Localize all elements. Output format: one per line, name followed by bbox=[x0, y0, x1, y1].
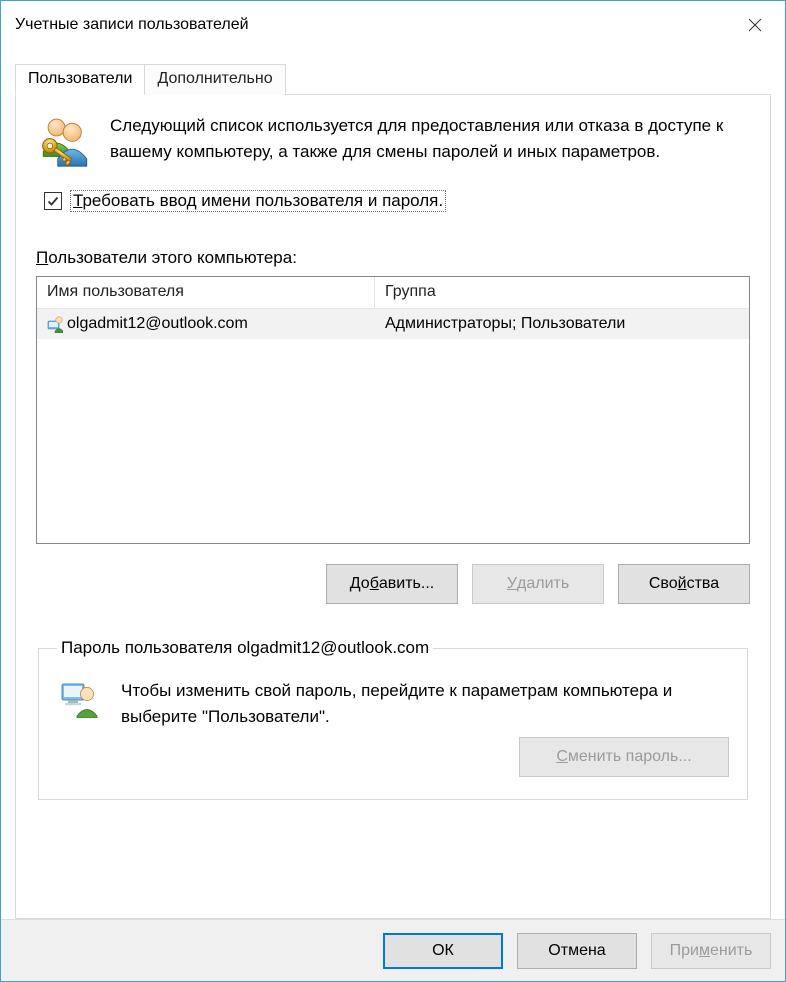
user-list-label: Пользователи этого компьютера: bbox=[36, 248, 750, 268]
cancel-button[interactable]: Отмена bbox=[517, 933, 637, 969]
tab-advanced[interactable]: Дополнительно bbox=[144, 64, 285, 95]
tab-panel-users: Следующий список используется для предос… bbox=[15, 94, 771, 919]
close-icon bbox=[748, 18, 762, 32]
column-header-username[interactable]: Имя пользователя bbox=[37, 277, 375, 309]
require-credentials-checkbox[interactable] bbox=[44, 192, 62, 210]
require-credentials-label: Требовать ввод имени пользователя и паро… bbox=[70, 190, 446, 212]
dialog-footer: ОК Отмена Применить bbox=[1, 919, 785, 981]
client-area: Пользователи Дополнительно bbox=[1, 49, 785, 919]
properties-button[interactable]: Свойства bbox=[618, 564, 750, 604]
change-password-button: Сменить пароль... bbox=[519, 737, 729, 777]
tab-users[interactable]: Пользователи bbox=[15, 64, 145, 95]
user-list-grid[interactable]: Имя пользователя Группа olgadmit12@outlo… bbox=[36, 276, 750, 544]
user-computer-icon bbox=[57, 678, 97, 723]
ok-button[interactable]: ОК bbox=[383, 933, 503, 969]
remove-button: Удалить bbox=[472, 564, 604, 604]
grid-header: Имя пользователя Группа bbox=[37, 277, 749, 309]
password-group-legend: Пароль пользователя olgadmit12@outlook.c… bbox=[57, 638, 433, 658]
user-icon bbox=[47, 315, 63, 333]
users-key-icon bbox=[36, 113, 96, 176]
window-title: Учетные записи пользователей bbox=[15, 16, 249, 34]
apply-button: Применить bbox=[651, 933, 771, 969]
table-row[interactable]: olgadmit12@outlook.com Администраторы; П… bbox=[37, 309, 749, 339]
require-credentials-row[interactable]: Требовать ввод имени пользователя и паро… bbox=[36, 190, 750, 212]
titlebar: Учетные записи пользователей bbox=[1, 1, 785, 49]
password-group: Пароль пользователя olgadmit12@outlook.c… bbox=[38, 638, 748, 800]
checkmark-icon bbox=[46, 194, 60, 208]
tabstrip: Пользователи Дополнительно bbox=[15, 63, 771, 94]
password-text: Чтобы изменить свой пароль, перейдите к … bbox=[121, 678, 729, 729]
cell-username-text: olgadmit12@outlook.com bbox=[67, 315, 248, 333]
cell-username: olgadmit12@outlook.com bbox=[37, 313, 375, 335]
close-button[interactable] bbox=[725, 1, 785, 49]
intro-text: Следующий список используется для предос… bbox=[110, 113, 750, 176]
user-buttons-row: Добавить... Удалить Свойства bbox=[36, 564, 750, 604]
intro-row: Следующий список используется для предос… bbox=[36, 113, 750, 176]
column-header-group[interactable]: Группа bbox=[375, 277, 749, 309]
add-button[interactable]: Добавить... bbox=[326, 564, 458, 604]
cell-group: Администраторы; Пользователи bbox=[375, 313, 635, 335]
